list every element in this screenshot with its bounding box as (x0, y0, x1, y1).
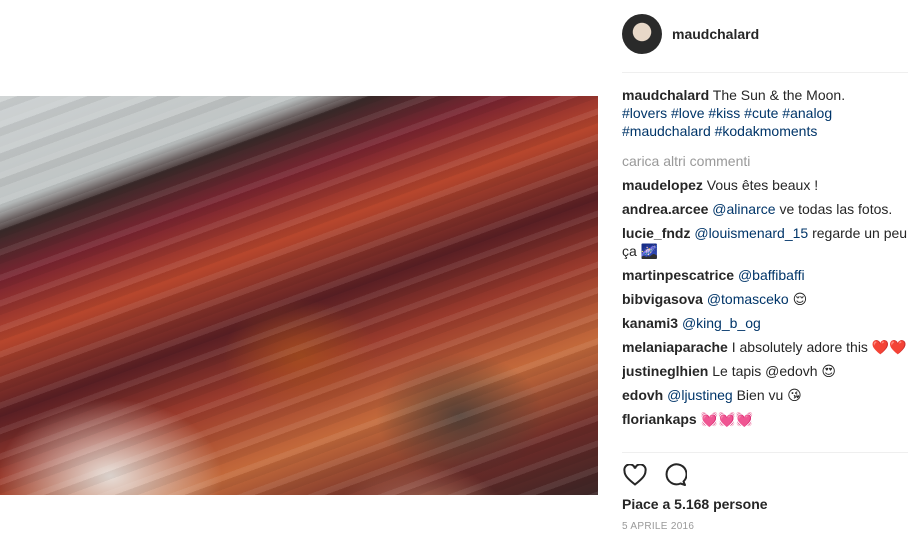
caption-author[interactable]: maudchalard (622, 87, 709, 103)
comment-item: lucie_fndz @louismenard_15 regarde un pe… (622, 224, 908, 260)
avatar[interactable] (622, 14, 662, 54)
action-bar (622, 462, 702, 488)
comment-mention[interactable]: @king_b_og (682, 315, 761, 331)
caption-hashtags-2[interactable]: #maudchalard #kodakmoments (622, 123, 817, 139)
comment-mention[interactable]: @tomasceko (707, 291, 789, 307)
comment-username[interactable]: maudelopez (622, 177, 703, 193)
caption-hashtags-1[interactable]: #lovers #love #kiss #cute #analog (622, 105, 832, 121)
comment-username[interactable]: kanami3 (622, 315, 678, 331)
comment-mention[interactable]: @louismenard_15 (694, 225, 808, 241)
comment-username[interactable]: floriankaps (622, 411, 697, 427)
comment-text: I absolutely adore this ❤️❤️ (731, 339, 907, 355)
comment-text: Vous êtes beaux ! (706, 177, 819, 193)
comment-text: 😌 (792, 291, 808, 307)
comment-item: edovh @ljustineg Bien vu 😘 (622, 386, 908, 404)
caption-text: The Sun & the Moon. (712, 87, 846, 103)
comment-item: andrea.arcee @alinarce ve todas las foto… (622, 200, 908, 218)
post-header: maudchalard (622, 14, 759, 54)
divider (622, 72, 908, 73)
comment-item: martinpescatrice @baffibaffi (622, 266, 908, 284)
comment-item: floriankaps 💓💓💓 (622, 410, 908, 428)
load-more-comments[interactable]: carica altri commenti (622, 152, 908, 170)
header-username[interactable]: maudchalard (672, 26, 759, 42)
comment-username[interactable]: lucie_fndz (622, 225, 690, 241)
post-date: 5 APRILE 2016 (622, 521, 695, 532)
comment-username[interactable]: andrea.arcee (622, 201, 708, 217)
comment-container: maudelopez Vous êtes beaux ! andrea.arcee… (622, 176, 908, 428)
comments-list: maudchalard The Sun & the Moon. #lovers … (622, 86, 908, 451)
comment-mention[interactable]: @alinarce (712, 201, 775, 217)
divider (622, 452, 908, 453)
comment-username[interactable]: edovh (622, 387, 663, 403)
comment-item: justineglhien Le tapis @edovh 😍 (622, 362, 908, 380)
caption: maudchalard The Sun & the Moon. #lovers … (622, 86, 908, 140)
comment-item: kanami3 @king_b_og (622, 314, 908, 332)
comment-username[interactable]: justineglhien (622, 363, 708, 379)
comment-item: bibvigasova @tomasceko 😌 (622, 290, 908, 308)
comment-text: ve todas las fotos. (779, 201, 893, 217)
likes-count[interactable]: Piace a 5.168 persone (622, 496, 768, 512)
comment-username[interactable]: bibvigasova (622, 291, 703, 307)
comment-username[interactable]: melaniaparache (622, 339, 728, 355)
heart-icon[interactable] (622, 462, 648, 488)
post-photo[interactable] (0, 96, 598, 495)
comment-username[interactable]: martinpescatrice (622, 267, 734, 283)
comment-text: Bien vu 😘 (736, 387, 802, 403)
comment-mention[interactable]: @baffibaffi (738, 267, 805, 283)
post-sidebar: maudchalard maudchalard The Sun & the Mo… (622, 0, 910, 541)
comment-icon[interactable] (662, 462, 688, 488)
comment-mention[interactable]: @ljustineg (667, 387, 733, 403)
comment-item: melaniaparache I absolutely adore this ❤… (622, 338, 908, 356)
comment-text: Le tapis @edovh 😍 (712, 363, 836, 379)
comment-item: maudelopez Vous êtes beaux ! (622, 176, 908, 194)
comment-text: 💓💓💓 (700, 411, 753, 427)
